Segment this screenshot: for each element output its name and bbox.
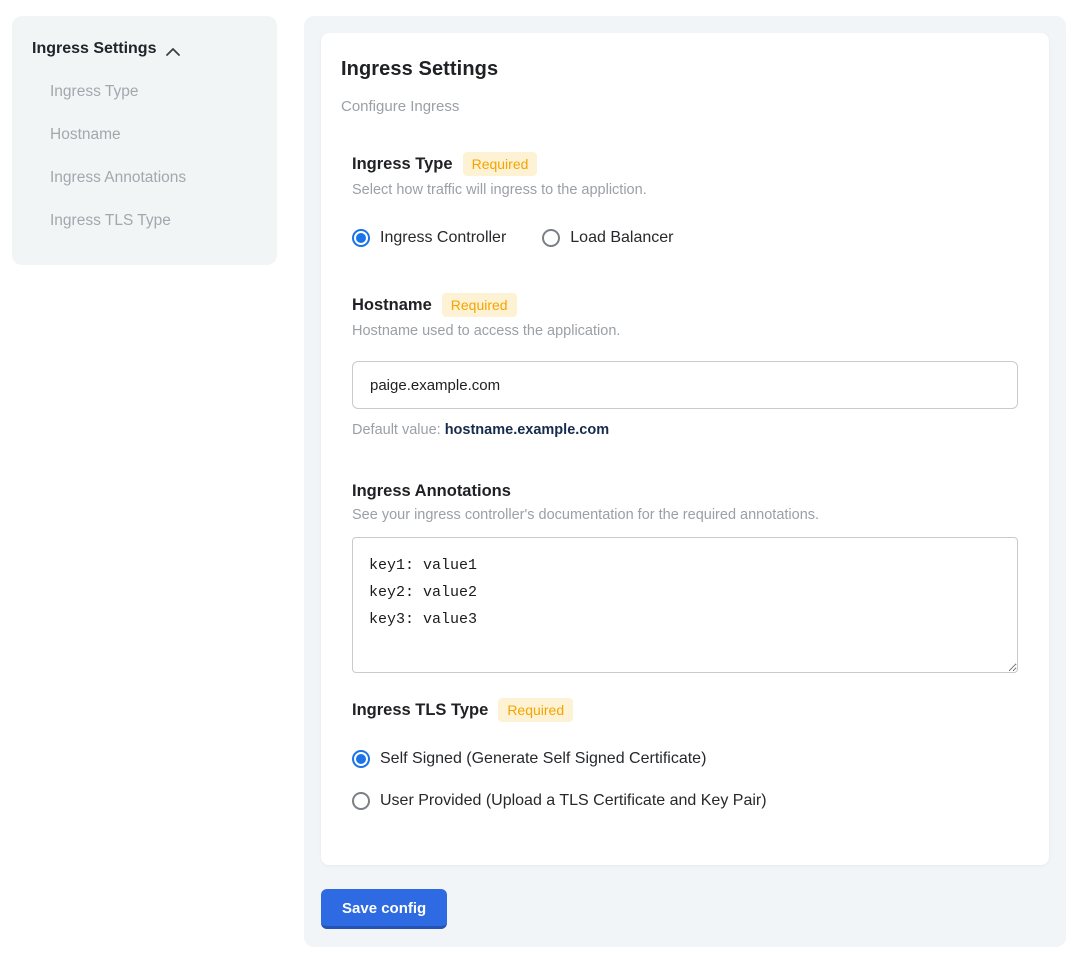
section-ingress-annotations: Ingress Annotations See your ingress con… (352, 482, 1018, 678)
radio-self-signed[interactable]: Self Signed (Generate Self Signed Certif… (352, 750, 1018, 768)
section-ingress-type: Ingress Type Required Select how traffic… (352, 152, 1018, 247)
radio-user-provided[interactable]: User Provided (Upload a TLS Certificate … (352, 792, 1018, 810)
sidebar-section-title: Ingress Settings (32, 40, 156, 58)
radio-ingress-controller[interactable]: Ingress Controller (352, 229, 506, 247)
radio-load-balancer[interactable]: Load Balancer (542, 229, 673, 247)
ingress-annotations-textarea[interactable]: key1: value1 key2: value2 key3: value3 (352, 537, 1018, 673)
radio-button-icon (352, 229, 370, 247)
sidebar-item-ingress-annotations[interactable]: Ingress Annotations (50, 169, 257, 187)
page-title: Ingress Settings (341, 58, 1029, 81)
required-badge: Required (498, 698, 573, 722)
ingress-type-label: Ingress Type (352, 155, 453, 174)
ingress-annotations-description: See your ingress controller's documentat… (352, 507, 1018, 523)
default-hostname: hostname.example.com (445, 422, 609, 438)
hostname-default-value: Default value: hostname.example.com (352, 422, 1018, 438)
ingress-settings-panel: Ingress Settings Configure Ingress Ingre… (304, 16, 1066, 947)
sidebar-item-ingress-type[interactable]: Ingress Type (50, 83, 257, 101)
hostname-description: Hostname used to access the application. (352, 323, 1018, 339)
section-ingress-tls-type: Ingress TLS Type Required Self Signed (G… (352, 698, 1018, 810)
ingress-tls-type-label: Ingress TLS Type (352, 701, 488, 720)
required-badge: Required (442, 293, 517, 317)
ingress-tls-radio-group: Self Signed (Generate Self Signed Certif… (352, 750, 1018, 810)
hostname-label: Hostname (352, 296, 432, 315)
radio-label: Ingress Controller (380, 229, 506, 247)
hostname-input[interactable] (352, 361, 1018, 409)
ingress-annotations-label: Ingress Annotations (352, 482, 511, 501)
ingress-type-radio-group: Ingress Controller Load Balancer (352, 229, 1018, 247)
save-config-button[interactable]: Save config (321, 889, 447, 929)
section-hostname: Hostname Required Hostname used to acces… (352, 293, 1018, 438)
chevron-up-icon (165, 44, 181, 54)
radio-button-icon (352, 792, 370, 810)
ingress-type-description: Select how traffic will ingress to the a… (352, 182, 1018, 198)
radio-button-icon (542, 229, 560, 247)
sidebar-item-ingress-tls-type[interactable]: Ingress TLS Type (50, 212, 257, 230)
required-badge: Required (463, 152, 538, 176)
page-subtitle: Configure Ingress (341, 98, 1029, 115)
form-sections: Ingress Type Required Select how traffic… (352, 152, 1018, 810)
sidebar-item-list: Ingress Type Hostname Ingress Annotation… (50, 83, 257, 230)
radio-label: User Provided (Upload a TLS Certificate … (380, 792, 767, 810)
ingress-settings-card: Ingress Settings Configure Ingress Ingre… (321, 33, 1049, 865)
sidebar-item-hostname[interactable]: Hostname (50, 126, 257, 144)
settings-sidebar: Ingress Settings Ingress Type Hostname I… (12, 16, 277, 265)
sidebar-section-toggle[interactable]: Ingress Settings (32, 40, 257, 58)
radio-label: Self Signed (Generate Self Signed Certif… (380, 750, 706, 768)
radio-label: Load Balancer (570, 229, 673, 247)
radio-button-icon (352, 750, 370, 768)
